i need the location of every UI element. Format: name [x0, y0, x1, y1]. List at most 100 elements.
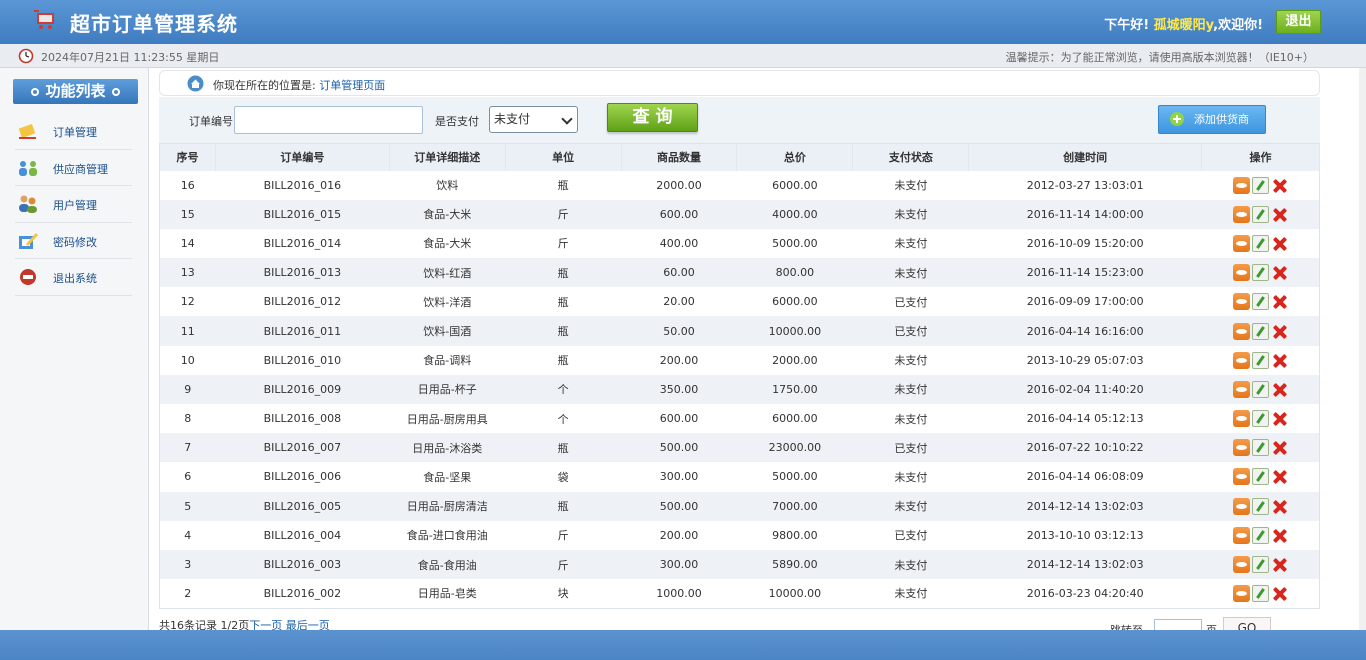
view-icon[interactable] — [1232, 234, 1250, 252]
table-cell: 瓶 — [505, 433, 622, 463]
table-cell: 1750.00 — [736, 374, 853, 404]
column-header: 总价 — [736, 143, 854, 171]
column-header: 创建时间 — [968, 143, 1203, 171]
table-cell: 6000.00 — [772, 295, 818, 309]
order-no-input[interactable] — [234, 106, 423, 134]
edit-icon[interactable] — [1251, 351, 1269, 369]
search-bar: 订单编号 是否支付 未支付 查 询 添加供货商 — [159, 97, 1320, 143]
delete-icon[interactable] — [1271, 323, 1288, 340]
table-cell: 饮料 — [436, 179, 459, 193]
logout-button[interactable]: 退出 — [1276, 10, 1321, 34]
table-cell: 2016-07-22 10:10:22 — [968, 433, 1202, 463]
table-cell: BILL2016_010 — [263, 353, 342, 367]
delete-icon[interactable] — [1271, 439, 1288, 456]
edit-icon[interactable] — [1251, 264, 1269, 282]
view-icon[interactable] — [1232, 439, 1250, 457]
edit-icon[interactable] — [1251, 410, 1269, 428]
table-row: 7 BILL2016_007 日用品-沐浴类瓶 500.00 23000.00 已支付 20… — [159, 433, 1320, 463]
delete-icon[interactable] — [1271, 293, 1288, 310]
table-cell: 瓶 — [557, 179, 569, 193]
view-icon[interactable] — [1232, 584, 1250, 602]
table-cell: BILL2016_004 — [263, 528, 342, 542]
delete-icon[interactable] — [1271, 468, 1288, 485]
table-cell: 600.00 — [659, 412, 699, 426]
table-cell: 15 — [159, 199, 216, 229]
view-icon[interactable] — [1232, 264, 1250, 282]
greeting-prefix: 下午好! — [1104, 18, 1150, 33]
view-icon[interactable] — [1232, 322, 1250, 340]
edit-icon[interactable] — [1251, 322, 1269, 340]
view-icon[interactable] — [1232, 468, 1250, 486]
edit-icon[interactable] — [1251, 293, 1269, 311]
table-cell: 2016-04-14 05:12:13 — [1026, 412, 1144, 426]
table-cell: BILL2016_003 — [215, 549, 390, 580]
table-cell: BILL2016_016 — [263, 178, 342, 192]
table-cell: 7 — [159, 433, 216, 463]
sidebar-item-label: 订单管理 — [53, 126, 97, 139]
delete-icon[interactable] — [1271, 585, 1288, 602]
delete-icon[interactable] — [1271, 264, 1288, 281]
edit-icon[interactable] — [1251, 468, 1269, 486]
bullet-icon — [111, 87, 120, 96]
view-icon[interactable] — [1232, 497, 1250, 515]
view-icon[interactable] — [1232, 205, 1250, 223]
sidebar-item-label: 退出系统 — [53, 272, 97, 285]
table-cell: 10000.00 — [736, 316, 853, 346]
scrollbar[interactable] — [1359, 68, 1366, 630]
view-icon[interactable] — [1232, 176, 1250, 194]
view-icon[interactable] — [1232, 556, 1250, 574]
sidebar-item-exit[interactable]: 退出系统 — [15, 259, 132, 296]
breadcrumb-current[interactable]: 订单管理页面 — [319, 79, 385, 92]
plus-icon — [1170, 112, 1184, 126]
view-icon[interactable] — [1232, 380, 1250, 398]
sidebar-item-password[interactable]: 密码修改 — [15, 223, 132, 259]
view-icon[interactable] — [1232, 526, 1250, 544]
actions-cell — [1201, 199, 1320, 229]
table-cell: 食品-食用油 — [389, 549, 506, 580]
delete-icon[interactable] — [1271, 381, 1288, 398]
delete-icon[interactable] — [1271, 352, 1288, 369]
table-cell: 袋 — [557, 470, 569, 484]
sidebar: 功能列表 订单管理 供应商管理 用户管理 密码修改 退出系统 — [0, 68, 149, 630]
view-icon[interactable] — [1232, 351, 1250, 369]
current-time: 2024年07月21日 11:23:55 星期日 — [41, 51, 220, 64]
sidebar-item-label: 用户管理 — [53, 199, 97, 212]
query-button[interactable]: 查 询 — [607, 103, 698, 132]
table-cell: 瓶 — [505, 491, 622, 521]
table-cell: 600.00 — [621, 199, 737, 229]
table-cell: BILL2016_007 — [215, 433, 390, 463]
view-icon[interactable] — [1232, 293, 1250, 311]
greeting: 下午好! 孤城暖阳y,欢迎你! — [1104, 14, 1263, 33]
delete-icon[interactable] — [1271, 498, 1288, 515]
delete-icon[interactable] — [1271, 235, 1288, 252]
delete-icon[interactable] — [1271, 177, 1288, 194]
table-cell: 未支付 — [852, 549, 969, 580]
delete-icon[interactable] — [1271, 556, 1288, 573]
sidebar-item-users[interactable]: 用户管理 — [15, 186, 132, 223]
table-cell: 未支付 — [894, 470, 928, 484]
edit-icon[interactable] — [1251, 497, 1269, 515]
add-provider-button[interactable]: 添加供货商 — [1158, 105, 1266, 134]
edit-icon[interactable] — [1251, 176, 1269, 194]
sidebar-item-provider[interactable]: 供应商管理 — [15, 150, 132, 186]
table-cell: 6000.00 — [772, 412, 818, 426]
menu-list: 订单管理 供应商管理 用户管理 密码修改 退出系统 — [15, 113, 132, 296]
delete-icon[interactable] — [1271, 527, 1288, 544]
table-cell: BILL2016_013 — [215, 258, 390, 288]
sidebar-item-order[interactable]: 订单管理 — [15, 113, 132, 150]
edit-icon[interactable] — [1251, 556, 1269, 574]
edit-icon[interactable] — [1251, 234, 1269, 252]
edit-icon[interactable] — [1251, 526, 1269, 544]
paid-label: 是否支付 — [435, 115, 479, 128]
sidebar-item-label: 供应商管理 — [53, 162, 108, 176]
paid-select[interactable]: 未支付 — [489, 106, 578, 133]
table-cell: 日用品-厨房用具 — [406, 412, 488, 426]
table-cell: BILL2016_014 — [263, 236, 342, 250]
edit-icon[interactable] — [1251, 380, 1269, 398]
edit-icon[interactable] — [1251, 584, 1269, 602]
view-icon[interactable] — [1232, 410, 1250, 428]
edit-icon[interactable] — [1251, 439, 1269, 457]
delete-icon[interactable] — [1271, 206, 1288, 223]
delete-icon[interactable] — [1271, 410, 1288, 427]
edit-icon[interactable] — [1251, 205, 1269, 223]
